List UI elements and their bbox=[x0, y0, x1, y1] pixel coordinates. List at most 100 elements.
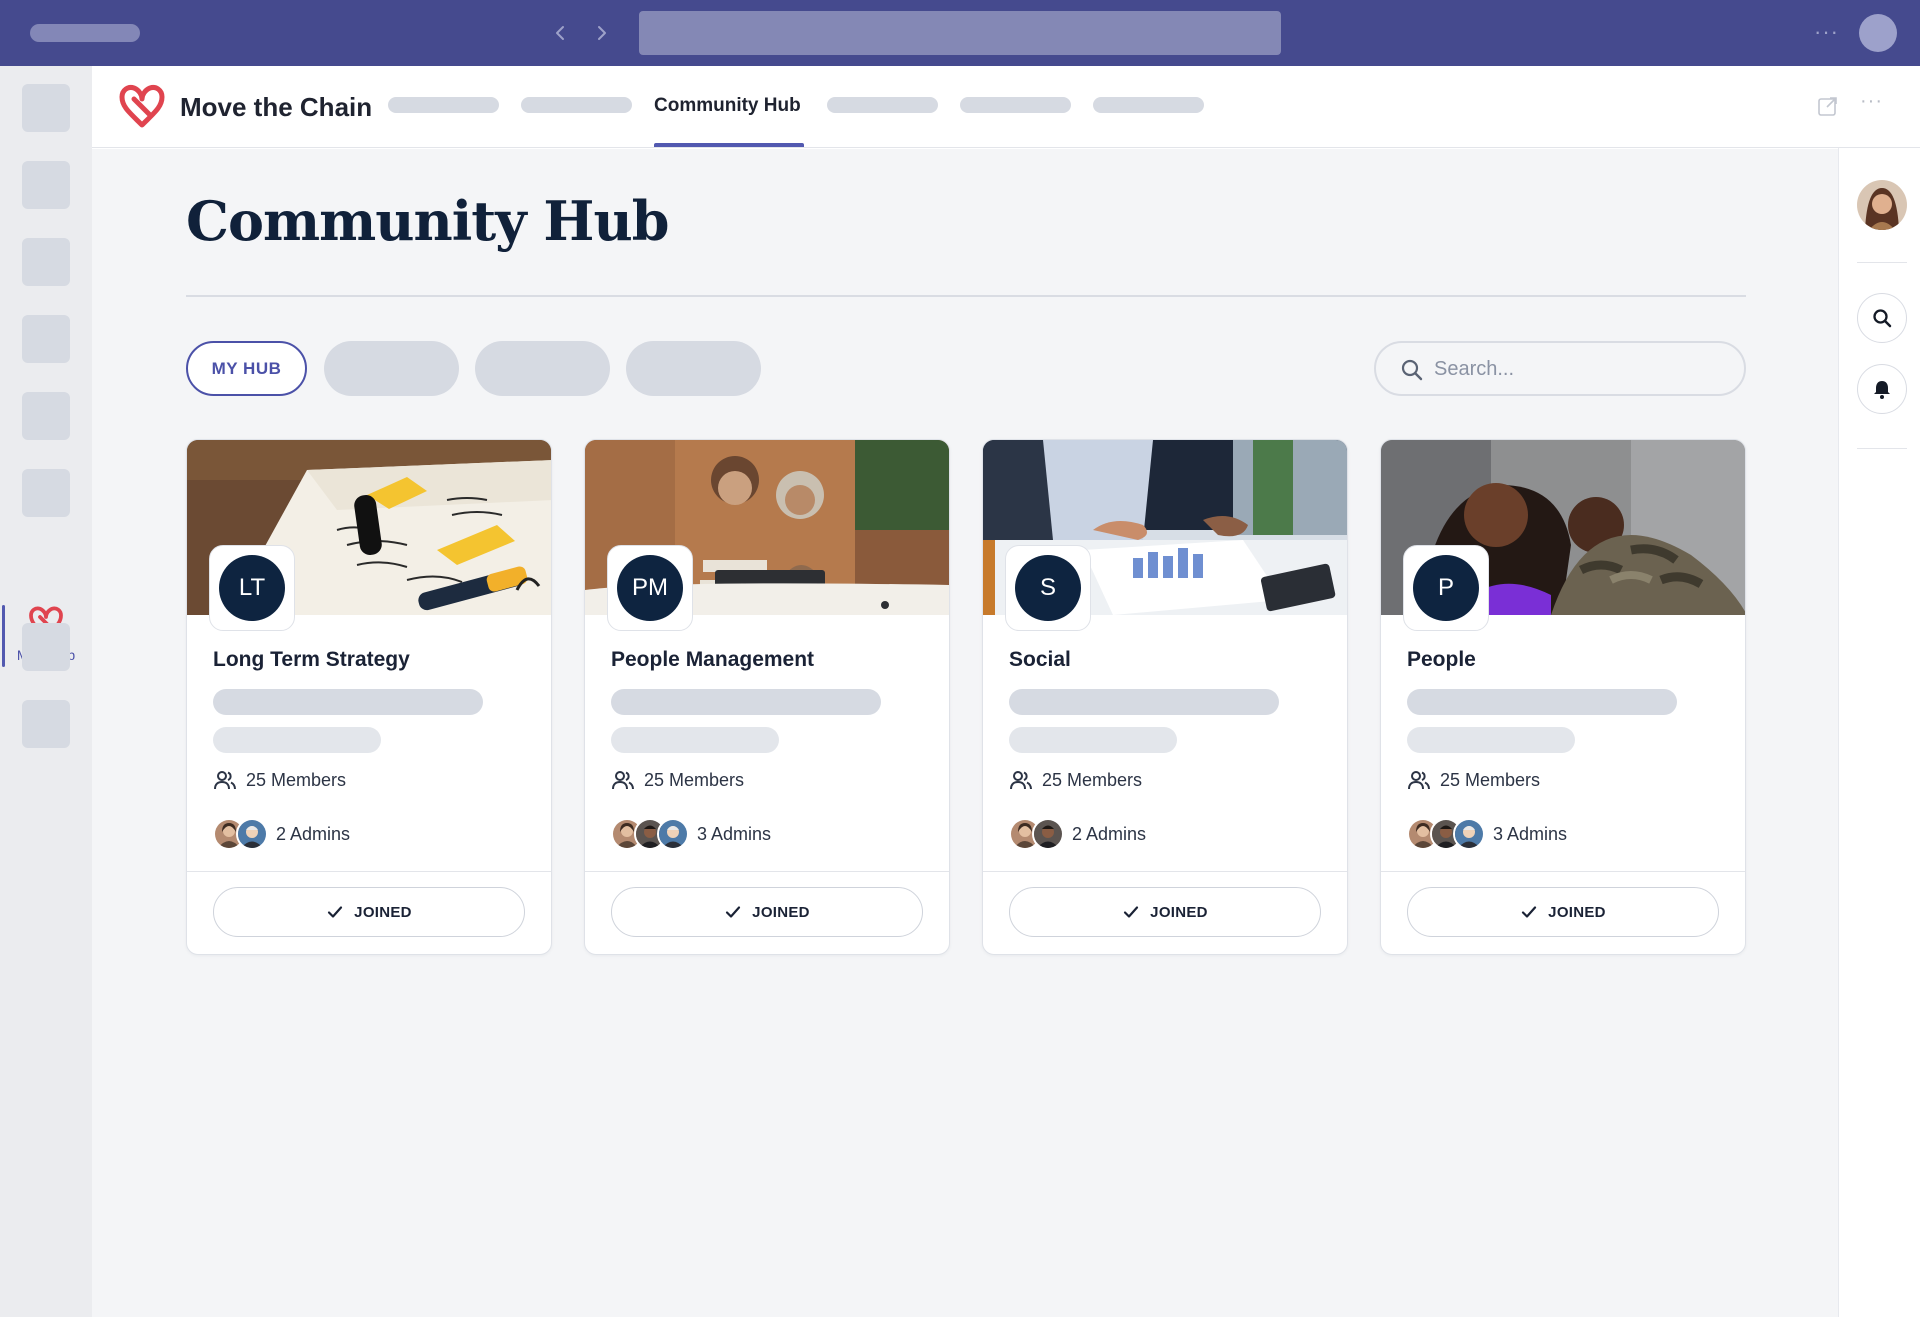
community-title[interactable]: Social bbox=[1009, 648, 1071, 672]
rail-app-placeholder[interactable] bbox=[22, 84, 70, 132]
titlebar-search-bar[interactable] bbox=[639, 11, 1281, 55]
divider bbox=[585, 871, 949, 872]
community-initials: PM bbox=[617, 555, 683, 621]
joined-label: JOINED bbox=[752, 903, 810, 921]
tab-community-hub[interactable]: Community Hub bbox=[654, 95, 801, 117]
community-initials: P bbox=[1413, 555, 1479, 621]
admins-label: 2 Admins bbox=[1072, 823, 1147, 844]
rail-app-placeholder[interactable] bbox=[22, 238, 70, 286]
window-titlebar: ··· bbox=[0, 0, 1920, 66]
tab-placeholder[interactable] bbox=[960, 97, 1071, 113]
community-initials: LT bbox=[219, 555, 285, 621]
community-card[interactable]: P People 25 Members 3 Admins JOINED bbox=[1380, 439, 1746, 955]
members-icon bbox=[1010, 771, 1032, 790]
admins-label: 3 Admins bbox=[697, 823, 772, 844]
admin-avatar[interactable] bbox=[1032, 818, 1064, 850]
admin-list: 2 Admins bbox=[213, 816, 350, 852]
joined-button[interactable]: JOINED bbox=[213, 887, 525, 937]
community-card[interactable]: LT Long Term Strategy 25 Members 2 Admin… bbox=[186, 439, 552, 955]
description-placeholder bbox=[1009, 727, 1177, 753]
check-icon bbox=[328, 906, 343, 918]
filter-placeholder[interactable] bbox=[626, 341, 761, 396]
community-title[interactable]: People bbox=[1407, 648, 1476, 672]
description-placeholder bbox=[213, 727, 381, 753]
forward-arrow-icon[interactable] bbox=[586, 18, 616, 48]
divider bbox=[186, 295, 1746, 297]
admin-list: 2 Admins bbox=[1009, 816, 1146, 852]
description-placeholder bbox=[1407, 689, 1677, 715]
description-placeholder bbox=[611, 727, 779, 753]
search-icon bbox=[1401, 359, 1423, 381]
search-button[interactable] bbox=[1857, 293, 1907, 343]
members-icon bbox=[214, 771, 236, 790]
back-arrow-icon[interactable] bbox=[546, 18, 576, 48]
user-avatar[interactable] bbox=[1859, 14, 1897, 52]
main-content: Community Hub MY HUB Search... LT Long T… bbox=[92, 149, 1838, 1317]
member-count: 25 Members bbox=[213, 765, 346, 795]
community-badge: LT bbox=[209, 545, 295, 631]
check-icon bbox=[726, 906, 741, 918]
member-count: 25 Members bbox=[611, 765, 744, 795]
members-label: 25 Members bbox=[1042, 769, 1143, 790]
divider bbox=[187, 871, 551, 872]
joined-button[interactable]: JOINED bbox=[611, 887, 923, 937]
joined-button[interactable]: JOINED bbox=[1009, 887, 1321, 937]
community-search bbox=[1374, 341, 1746, 396]
admin-list: 3 Admins bbox=[611, 816, 771, 852]
admins-label: 2 Admins bbox=[276, 823, 351, 844]
profile-avatar[interactable] bbox=[1857, 180, 1907, 230]
description-placeholder bbox=[1009, 689, 1279, 715]
divider bbox=[1381, 871, 1745, 872]
community-badge: S bbox=[1005, 545, 1091, 631]
app-rail: MTC App bbox=[0, 66, 92, 1317]
admin-list: 3 Admins bbox=[1407, 816, 1567, 852]
filter-placeholder[interactable] bbox=[324, 341, 459, 396]
description-placeholder bbox=[1407, 727, 1575, 753]
member-count: 25 Members bbox=[1009, 765, 1142, 795]
search-input[interactable] bbox=[1434, 353, 1724, 385]
check-icon bbox=[1522, 906, 1537, 918]
divider bbox=[983, 871, 1347, 872]
community-card[interactable]: S Social 25 Members 2 Admins JOINED bbox=[982, 439, 1348, 955]
members-icon bbox=[1408, 771, 1430, 790]
community-card[interactable]: PM People Management 25 Members 3 Admins… bbox=[584, 439, 950, 955]
members-icon bbox=[612, 771, 634, 790]
admins-label: 3 Admins bbox=[1493, 823, 1568, 844]
popout-icon[interactable] bbox=[1816, 94, 1840, 118]
members-label: 25 Members bbox=[246, 769, 347, 790]
admin-avatar[interactable] bbox=[1453, 818, 1485, 850]
rail-app-placeholder[interactable] bbox=[22, 392, 70, 440]
rail-app-placeholder[interactable] bbox=[22, 161, 70, 209]
app-header: Move the Chain Community Hub ··· bbox=[92, 66, 1920, 148]
admin-avatar[interactable] bbox=[236, 818, 268, 850]
active-tab-underline bbox=[654, 143, 804, 147]
check-icon bbox=[1124, 906, 1139, 918]
joined-label: JOINED bbox=[1548, 903, 1606, 921]
rail-app-placeholder[interactable] bbox=[22, 315, 70, 363]
rail-app-placeholder[interactable] bbox=[22, 469, 70, 517]
community-badge: P bbox=[1403, 545, 1489, 631]
rail-app-placeholder[interactable] bbox=[22, 623, 70, 671]
community-title[interactable]: Long Term Strategy bbox=[213, 648, 410, 672]
tab-placeholder[interactable] bbox=[521, 97, 632, 113]
admin-avatar[interactable] bbox=[657, 818, 689, 850]
joined-label: JOINED bbox=[354, 903, 412, 921]
notifications-button[interactable] bbox=[1857, 364, 1907, 414]
bell-icon bbox=[1874, 381, 1890, 399]
joined-button[interactable]: JOINED bbox=[1407, 887, 1719, 937]
members-label: 25 Members bbox=[1440, 769, 1541, 790]
community-title[interactable]: People Management bbox=[611, 648, 814, 672]
rail-app-placeholder[interactable] bbox=[22, 700, 70, 748]
search-icon bbox=[1873, 309, 1892, 328]
filter-placeholder[interactable] bbox=[475, 341, 610, 396]
more-icon[interactable]: ··· bbox=[1814, 20, 1839, 44]
description-placeholder bbox=[213, 689, 483, 715]
tab-placeholder[interactable] bbox=[1093, 97, 1204, 113]
tab-placeholder[interactable] bbox=[388, 97, 499, 113]
member-count: 25 Members bbox=[1407, 765, 1540, 795]
tab-placeholder[interactable] bbox=[827, 97, 938, 113]
brand-logo-icon bbox=[119, 85, 165, 128]
right-rail bbox=[1838, 148, 1920, 1317]
filter-my-hub[interactable]: MY HUB bbox=[186, 341, 307, 396]
more-icon[interactable]: ··· bbox=[1860, 90, 1883, 113]
